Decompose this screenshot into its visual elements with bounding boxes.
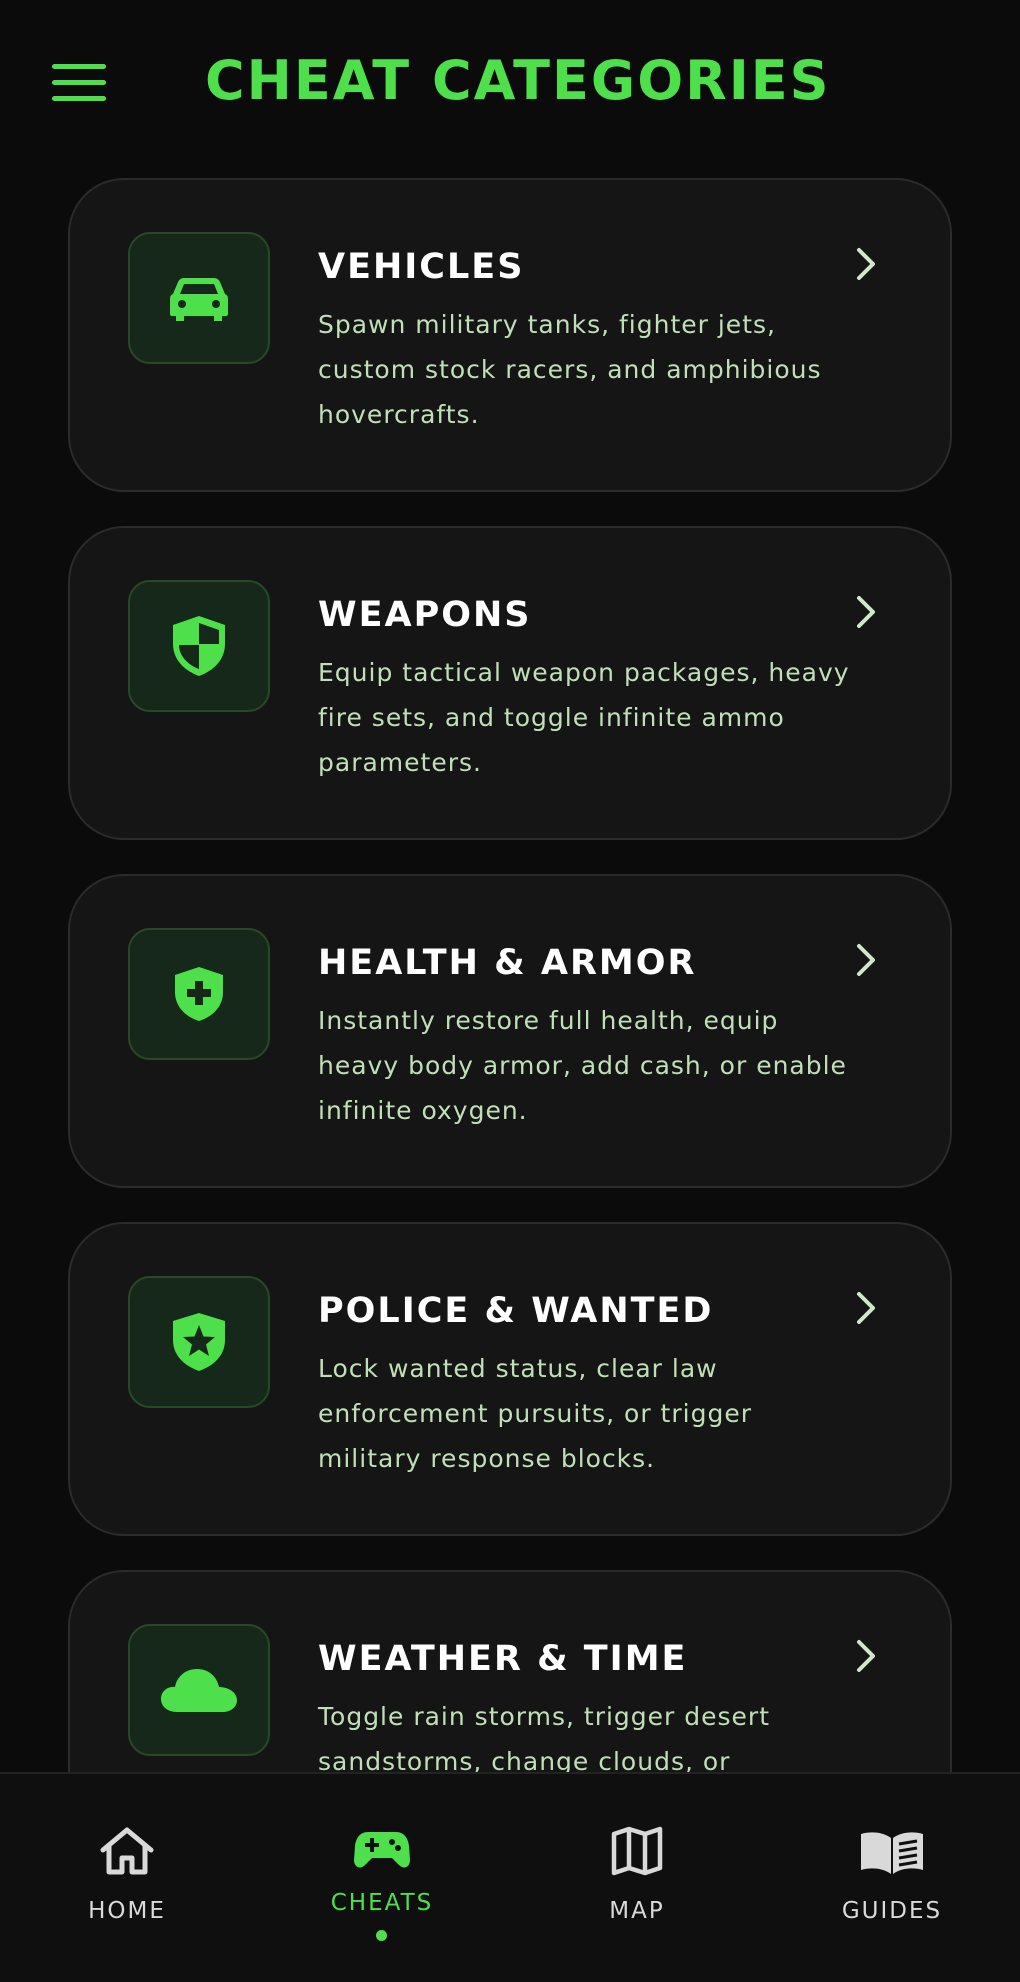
- nav-label: MAP: [609, 1898, 665, 1924]
- category-title: WEAPONS: [318, 595, 532, 635]
- category-card-police-wanted[interactable]: POLICE & WANTED Lock wanted status, clea…: [68, 1222, 952, 1536]
- chevron-right-icon: [857, 596, 875, 628]
- page-title: CHEAT CATEGORIES: [205, 49, 831, 112]
- nav-cheats[interactable]: CHEATS: [272, 1774, 492, 1982]
- category-title: POLICE & WANTED: [318, 1291, 714, 1331]
- nav-label: CHEATS: [330, 1890, 434, 1916]
- nav-home[interactable]: HOME: [17, 1774, 237, 1982]
- chevron-right-icon: [857, 1640, 875, 1672]
- category-description: Equip tactical weapon packages, heavy fi…: [318, 658, 850, 777]
- category-title: WEATHER & TIME: [318, 1639, 688, 1679]
- category-card-health-armor[interactable]: HEALTH & ARMOR Instantly restore full he…: [68, 874, 952, 1188]
- category-description: Toggle rain storms, trigger desert sands…: [318, 1702, 771, 1776]
- category-description: Spawn military tanks, fighter jets, cust…: [318, 310, 822, 429]
- shield-plus-icon: [128, 928, 270, 1060]
- shield-half-icon: [128, 580, 270, 712]
- hamburger-menu-icon[interactable]: [52, 64, 106, 102]
- nav-label: HOME: [88, 1898, 166, 1924]
- car-icon: [128, 232, 270, 364]
- chevron-right-icon: [857, 944, 875, 976]
- top-bar: CHEAT CATEGORIES: [0, 0, 1020, 160]
- cloud-icon: [128, 1624, 270, 1756]
- chevron-right-icon: [857, 248, 875, 280]
- home-icon: [100, 1827, 154, 1875]
- category-title: HEALTH & ARMOR: [318, 943, 697, 983]
- category-title: VEHICLES: [318, 247, 525, 287]
- map-icon: [611, 1826, 663, 1876]
- category-description: Instantly restore full health, equip hea…: [318, 1006, 847, 1125]
- nav-label: GUIDES: [841, 1898, 943, 1924]
- nav-guides[interactable]: GUIDES: [782, 1774, 1002, 1982]
- shield-star-icon: [128, 1276, 270, 1408]
- category-description: Lock wanted status, clear law enforcemen…: [318, 1354, 752, 1473]
- active-indicator: [376, 1930, 387, 1941]
- bottom-navigation: HOME CHEATS MAP GUIDES: [0, 1772, 1020, 1982]
- gamepad-icon: [354, 1832, 410, 1868]
- chevron-right-icon: [857, 1292, 875, 1324]
- nav-map[interactable]: MAP: [527, 1774, 747, 1982]
- book-icon: [861, 1832, 923, 1874]
- category-card-weapons[interactable]: WEAPONS Equip tactical weapon packages, …: [68, 526, 952, 840]
- category-card-vehicles[interactable]: VEHICLES Spawn military tanks, fighter j…: [68, 178, 952, 492]
